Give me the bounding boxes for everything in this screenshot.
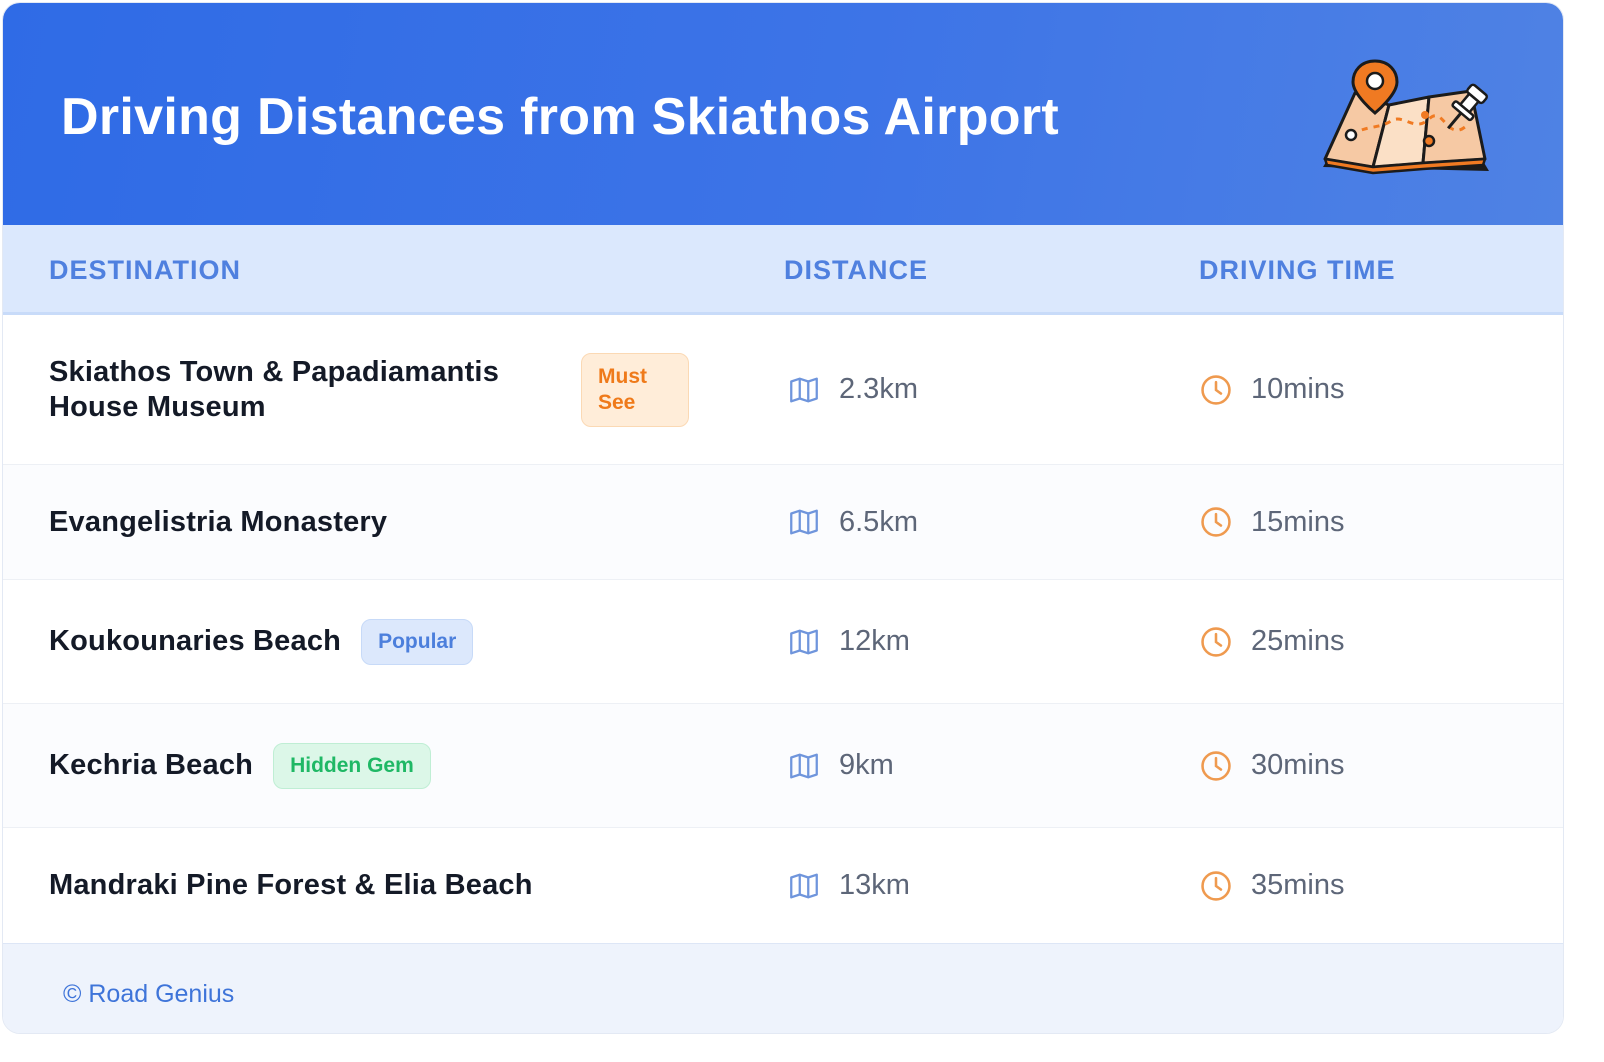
table-row: Kechria Beach Hidden Gem 9km 30mins bbox=[3, 704, 1563, 828]
column-header-distance: DISTANCE bbox=[784, 255, 929, 285]
driving-time-cell: 35mins bbox=[1199, 828, 1345, 943]
distance-cell: 13km bbox=[787, 828, 910, 943]
destination-cell: Kechria Beach Hidden Gem bbox=[49, 704, 431, 827]
distance-value: 13km bbox=[839, 869, 910, 901]
distance-value: 12km bbox=[839, 625, 910, 657]
table-row: Skiathos Town & Papadiamantis House Muse… bbox=[3, 315, 1563, 465]
distance-value: 6.5km bbox=[839, 505, 918, 538]
destination-cell: Skiathos Town & Papadiamantis House Muse… bbox=[49, 315, 689, 464]
table-row: Mandraki Pine Forest & Elia Beach 13km 3… bbox=[3, 828, 1563, 943]
distance-table-card: Driving Distances from Skiathos Airport bbox=[2, 2, 1564, 1034]
header-banner: Driving Distances from Skiathos Airport bbox=[3, 3, 1563, 225]
table-row: Evangelistria Monastery 6.5km 15mins bbox=[3, 465, 1563, 580]
clock-icon bbox=[1201, 507, 1231, 537]
driving-time-cell: 15mins bbox=[1199, 465, 1345, 579]
clock-icon bbox=[1201, 626, 1231, 657]
time-value: 35mins bbox=[1251, 869, 1345, 901]
time-value: 10mins bbox=[1251, 373, 1345, 405]
map-icon bbox=[790, 873, 818, 898]
time-value: 15mins bbox=[1251, 505, 1345, 538]
destination-name: Skiathos Town & Papadiamantis House Muse… bbox=[49, 355, 500, 423]
distance-value: 9km bbox=[839, 749, 894, 781]
distance-cell: 6.5km bbox=[787, 465, 918, 579]
time-value: 25mins bbox=[1251, 625, 1345, 657]
driving-time-cell: 10mins bbox=[1199, 315, 1345, 464]
distance-cell: 2.3km bbox=[787, 315, 918, 464]
driving-time-cell: 25mins bbox=[1199, 580, 1345, 703]
table-row: Koukounaries Beach Popular 12km 25mins bbox=[3, 580, 1563, 704]
driving-time-cell: 30mins bbox=[1199, 704, 1345, 827]
map-icon bbox=[790, 377, 818, 402]
time-value: 30mins bbox=[1251, 749, 1345, 781]
map-icon bbox=[790, 509, 818, 535]
map-with-pins-icon bbox=[1323, 59, 1489, 175]
hidden-gem-badge: Hidden Gem bbox=[273, 742, 431, 789]
destination-name: Mandraki Pine Forest & Elia Beach bbox=[49, 869, 533, 901]
destination-cell: Mandraki Pine Forest & Elia Beach bbox=[49, 828, 533, 943]
destination-cell: Evangelistria Monastery bbox=[49, 465, 387, 579]
distance-cell: 9km bbox=[787, 704, 894, 827]
map-icon bbox=[790, 753, 818, 778]
distance-cell: 12km bbox=[787, 580, 910, 703]
must-see-badge: Must See bbox=[581, 352, 689, 427]
clock-icon bbox=[1201, 870, 1231, 901]
footer: © Road Genius bbox=[3, 943, 1563, 1033]
distance-value: 2.3km bbox=[839, 373, 918, 405]
map-icon bbox=[790, 629, 818, 654]
popular-badge: Popular bbox=[361, 618, 474, 665]
destination-name: Koukounaries Beach bbox=[49, 625, 342, 657]
column-header-driving-time: DRIVING TIME bbox=[1199, 255, 1396, 285]
destination-cell: Koukounaries Beach Popular bbox=[49, 580, 474, 703]
table-header-row: DESTINATION DISTANCE DRIVING TIME bbox=[3, 225, 1563, 315]
clock-icon bbox=[1201, 374, 1231, 405]
footer-credit: © Road Genius bbox=[63, 980, 235, 1008]
column-header-destination: DESTINATION bbox=[49, 255, 241, 285]
clock-icon bbox=[1201, 750, 1231, 781]
destination-name: Kechria Beach bbox=[49, 749, 254, 781]
page-title: Driving Distances from Skiathos Airport bbox=[61, 88, 1059, 146]
destination-name: Evangelistria Monastery bbox=[49, 505, 388, 538]
